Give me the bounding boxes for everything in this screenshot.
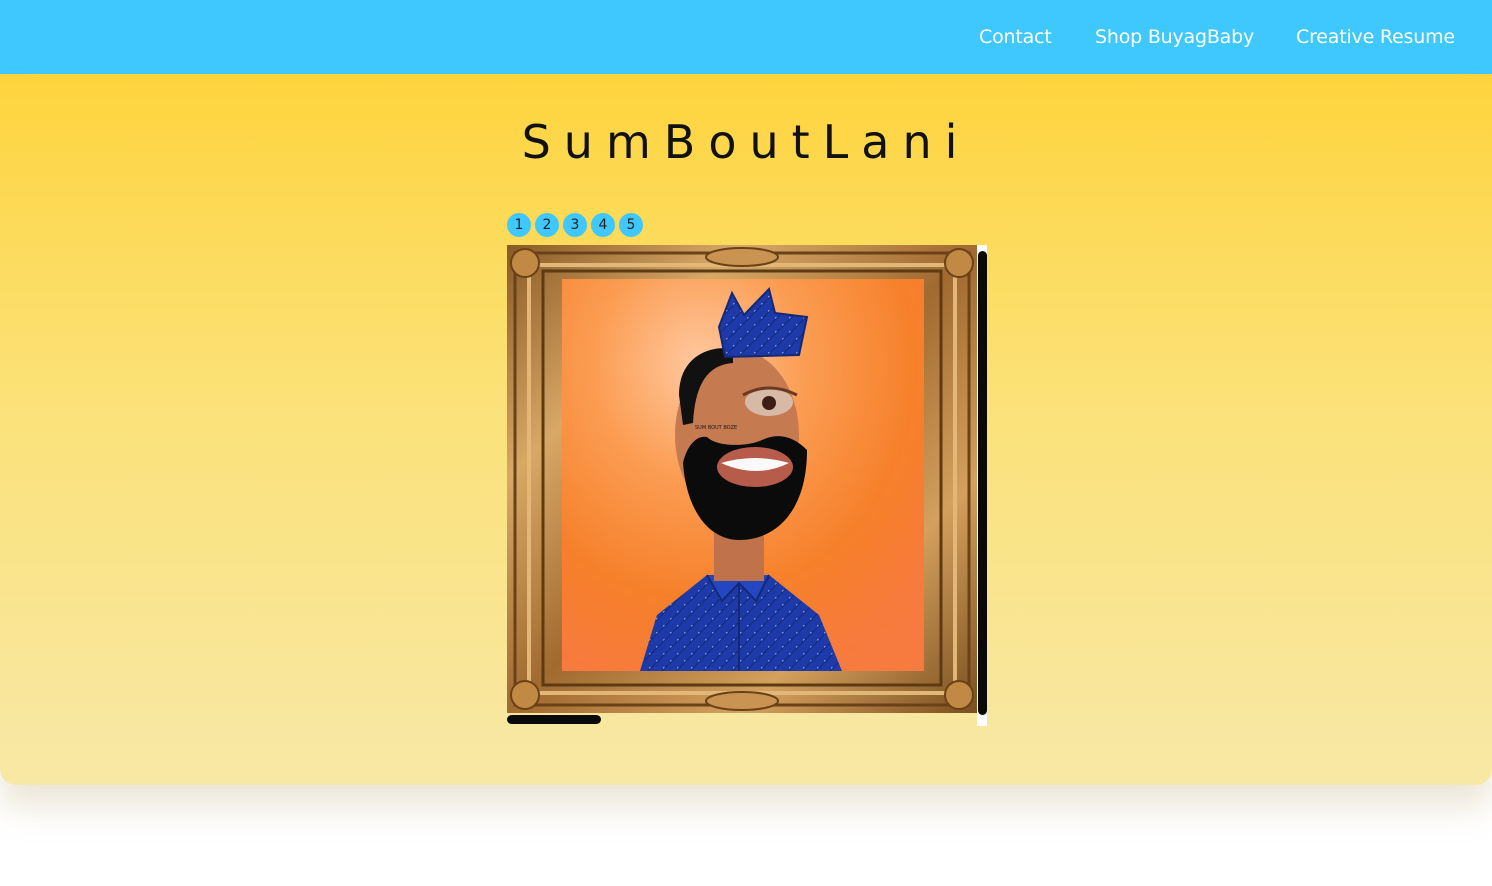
horizontal-scrollbar-thumb[interactable] xyxy=(507,715,601,724)
slide-dot-2[interactable]: 2 xyxy=(535,213,559,237)
framed-artwork: SUM BOUT BOZE xyxy=(507,245,977,713)
artwork-tattoo-text: SUM BOUT BOZE xyxy=(695,425,737,431)
slide-dot-3[interactable]: 3 xyxy=(563,213,587,237)
vertical-scrollbar-thumb[interactable] xyxy=(978,251,987,715)
nav-resume-link[interactable]: Creative Resume xyxy=(1296,22,1455,52)
slide-dot-4[interactable]: 4 xyxy=(591,213,615,237)
nav-shop-link[interactable]: Shop BuyagBaby xyxy=(1095,22,1254,52)
slide-dot-1[interactable]: 1 xyxy=(507,213,531,237)
artwork-portrait-image: SUM BOUT BOZE xyxy=(507,245,977,713)
artwork-viewer[interactable]: SUM BOUT BOZE xyxy=(507,245,987,726)
hero-section: SumBoutLani 1 2 3 4 5 SUM BOUT BOZE xyxy=(0,74,1492,785)
top-navbar: Contact Shop BuyagBaby Creative Resume xyxy=(0,0,1492,74)
site-title: SumBoutLani xyxy=(521,115,971,169)
nav-contact-link[interactable]: Contact xyxy=(979,22,1052,52)
slide-dot-5[interactable]: 5 xyxy=(619,213,643,237)
